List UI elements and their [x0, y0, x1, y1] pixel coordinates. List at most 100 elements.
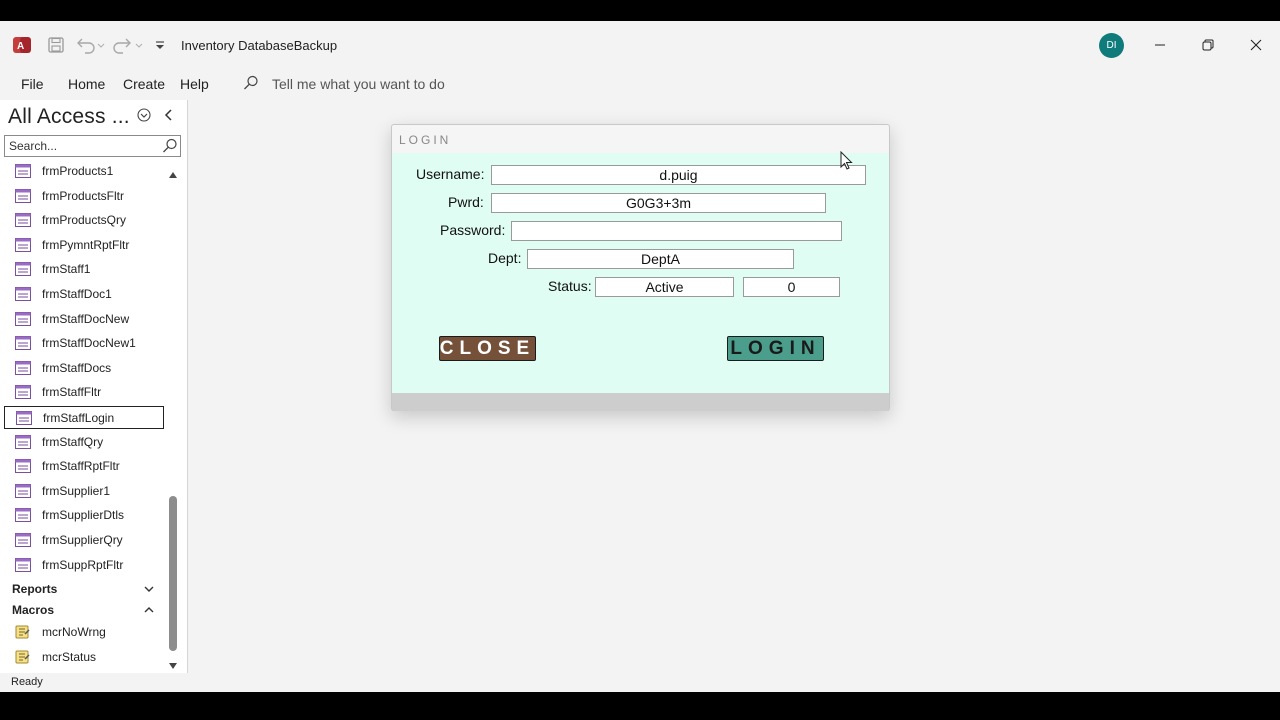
user-avatar[interactable]: DI — [1099, 33, 1124, 58]
nav-item-frmstaffrptfltr[interactable]: frmStaffRptFltr — [4, 455, 164, 478]
password-field[interactable] — [511, 221, 842, 241]
username-field[interactable]: d.puig — [491, 165, 866, 185]
nav-item-label: mcrStatus — [42, 649, 97, 664]
nav-item-frmstafflogin[interactable]: frmStaffLogin — [4, 406, 164, 429]
undo-icon[interactable] — [74, 34, 106, 56]
form-icon — [16, 411, 32, 425]
nav-item-frmstaffqry[interactable]: frmStaffQry — [4, 431, 164, 454]
form-icon — [15, 385, 31, 400]
close-icon[interactable] — [1242, 31, 1270, 59]
scroll-up-icon[interactable] — [168, 166, 178, 178]
tab-help[interactable]: Help — [180, 76, 209, 92]
nav-group-reports[interactable]: Reports — [4, 579, 160, 599]
nav-item-label: frmSupplier1 — [42, 483, 111, 498]
nav-group-label: Reports — [12, 582, 58, 597]
chevron-up-icon — [142, 603, 156, 617]
customize-toolbar-icon[interactable] — [152, 35, 168, 55]
nav-item-mcrstatus[interactable]: mcrStatus — [4, 646, 164, 669]
tab-file[interactable]: File — [21, 76, 44, 92]
nav-item-mcrnowrng[interactable]: mcrNoWrng — [4, 621, 164, 644]
nav-item-label: frmStaff1 — [42, 262, 91, 277]
form-icon — [15, 483, 31, 498]
nav-item-label: frmStaffFltr — [42, 385, 102, 400]
form-icon — [15, 508, 31, 523]
nav-item-frmsupplierdtls[interactable]: frmSupplierDtls — [4, 504, 164, 527]
form-icon — [15, 336, 31, 351]
search-icon[interactable] — [162, 138, 178, 154]
nav-group-macros[interactable]: Macros — [4, 600, 160, 620]
nav-item-label: frmStaffDocs — [42, 360, 112, 375]
mouse-cursor-icon — [840, 150, 854, 171]
nav-item-frmpymntrptfltr[interactable]: frmPymntRptFltr — [4, 234, 164, 257]
nav-item-label: frmSupplierQry — [42, 533, 123, 547]
nav-pane-title[interactable]: All Access ... — [8, 105, 130, 129]
nav-item-frmproductsqry[interactable]: frmProductsQry — [4, 209, 164, 232]
nav-item-label: frmProducts1 — [42, 164, 114, 178]
attempt-count-field[interactable]: 0 — [743, 277, 840, 297]
ribbon-tabs: File Home Create Help Tell me what you w… — [0, 67, 1280, 99]
status-bar: Ready — [0, 673, 1280, 692]
nav-item-frmstaffdocs[interactable]: frmStaffDocs — [4, 357, 164, 380]
navigation-pane: All Access ... frmProducts1 frmProductsFl… — [0, 100, 188, 673]
access-logo-icon[interactable]: A — [12, 35, 32, 55]
nav-item-frmstaff1[interactable]: frmStaff1 — [4, 258, 164, 281]
form-icon — [15, 459, 31, 474]
minimize-icon[interactable] — [1146, 31, 1174, 59]
scroll-thumb[interactable] — [169, 496, 177, 651]
nav-menu-icon[interactable] — [136, 107, 152, 123]
nav-item-frmstaffdoc1[interactable]: frmStaffDoc1 — [4, 283, 164, 306]
macro-icon — [15, 650, 31, 664]
nav-scrollbar[interactable] — [166, 160, 180, 670]
dialog-footer — [392, 393, 889, 411]
svg-text:A: A — [17, 41, 24, 52]
tab-home[interactable]: Home — [68, 76, 105, 92]
restore-icon[interactable] — [1194, 31, 1222, 59]
nav-item-frmproducts1[interactable]: frmProducts1 — [4, 160, 164, 183]
nav-item-label: frmStaffDocNew — [42, 311, 130, 326]
form-icon — [15, 237, 31, 252]
shutter-bar-icon[interactable] — [161, 107, 177, 123]
login-dialog: LOGIN Username: d.puig Pwrd: G0G3+3m Pas… — [391, 124, 890, 411]
nav-item-frmproductsfltr[interactable]: frmProductsFltr — [4, 185, 164, 208]
login-button[interactable]: LOGIN — [727, 336, 824, 361]
nav-search-box — [4, 135, 181, 157]
scroll-down-icon[interactable] — [168, 657, 178, 669]
nav-item-label: frmProductsQry — [42, 213, 127, 228]
form-icon — [15, 533, 31, 547]
login-form-body: Username: d.puig Pwrd: G0G3+3m Password:… — [392, 153, 889, 393]
nav-item-label: frmProductsFltr — [42, 188, 125, 203]
nav-item-label: frmStaffLogin — [43, 411, 115, 425]
nav-item-frmsupprptfltr[interactable]: frmSuppRptFltr — [4, 554, 164, 577]
nav-search-input[interactable] — [5, 136, 155, 156]
status-text: Ready — [11, 676, 43, 688]
macro-icon — [15, 625, 31, 639]
nav-item-label: frmPymntRptFltr — [42, 237, 130, 252]
pwrd-label: Pwrd: — [448, 194, 484, 210]
form-icon — [15, 188, 31, 203]
save-icon[interactable] — [46, 35, 66, 55]
pwrd-field[interactable]: G0G3+3m — [491, 193, 826, 213]
nav-item-label: mcrNoWrng — [42, 625, 106, 640]
dept-field[interactable]: DeptA — [527, 249, 794, 269]
form-icon — [15, 360, 31, 375]
chevron-down-icon — [142, 582, 156, 596]
status-field[interactable]: Active — [595, 277, 734, 297]
nav-item-frmsupplierqry[interactable]: frmSupplierQry — [4, 529, 164, 552]
nav-item-frmstaffdocnew[interactable]: frmStaffDocNew — [4, 308, 164, 331]
search-icon[interactable] — [243, 75, 259, 91]
tab-create[interactable]: Create — [123, 76, 165, 92]
dialog-title: LOGIN — [399, 133, 452, 147]
status-label: Status: — [548, 278, 592, 294]
tell-me-search[interactable]: Tell me what you want to do — [272, 76, 445, 92]
redo-icon[interactable] — [112, 34, 144, 56]
nav-item-frmstafffltr[interactable]: frmStaffFltr — [4, 381, 164, 404]
window-title: Inventory DatabaseBackup — [181, 38, 338, 53]
form-icon — [15, 434, 31, 449]
password-label: Password: — [440, 222, 506, 238]
form-icon — [15, 213, 31, 228]
nav-item-label: frmStaffDocNew1 — [42, 336, 136, 351]
nav-group-label: Macros — [12, 603, 55, 618]
nav-item-frmstaffdocnew1[interactable]: frmStaffDocNew1 — [4, 332, 164, 355]
close-button[interactable]: CLOSE — [439, 336, 536, 361]
nav-item-frmsupplier1[interactable]: frmSupplier1 — [4, 480, 164, 503]
